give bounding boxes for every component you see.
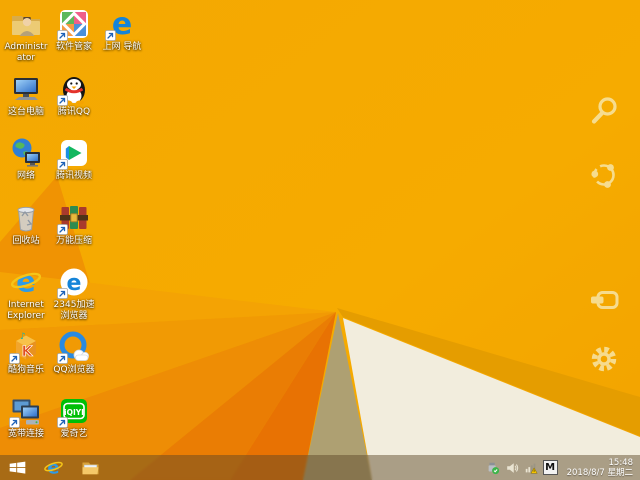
b2345-icon bbox=[57, 265, 91, 299]
desktop-icon-ie[interactable]: Internet Explorer bbox=[2, 265, 50, 321]
tvideo-label: 腾讯视频 bbox=[55, 171, 92, 181]
desktop-icon-qq[interactable]: 腾讯QQ bbox=[50, 72, 98, 118]
b2345-label: 2345加速浏览器 bbox=[53, 300, 95, 321]
charm-settings[interactable] bbox=[588, 343, 620, 375]
clock-time: 15:48 bbox=[608, 457, 634, 468]
shortcut-arrow-icon bbox=[57, 224, 68, 235]
rar-icon bbox=[57, 201, 91, 235]
desktop: Administrator 软件管家 上网 导航这台电脑 腾讯QQ 网络 腾讯视频回收站 万… bbox=[0, 0, 640, 480]
charm-share[interactable] bbox=[588, 159, 620, 191]
desktop-icon-network[interactable]: 网络 bbox=[2, 136, 50, 182]
clock-date: 2018/8/7 星期二 bbox=[566, 467, 633, 478]
internet-explorer-icon bbox=[43, 457, 64, 478]
webnav-label: 上网 导航 bbox=[102, 42, 142, 52]
devices-icon bbox=[588, 284, 620, 316]
softmgr-label: 软件管家 bbox=[55, 42, 92, 52]
desktop-icon-grid: Administrator 软件管家 上网 导航这台电脑 腾讯QQ 网络 腾讯视频回收站 万… bbox=[0, 0, 200, 455]
shortcut-arrow-icon bbox=[57, 30, 68, 41]
file-explorer-icon bbox=[80, 457, 101, 478]
desktop-icon-webnav[interactable]: 上网 导航 bbox=[98, 7, 146, 53]
taskbar: M 15:48 2018/8/7 星期二 bbox=[0, 455, 640, 480]
thispc-label: 这台电脑 bbox=[7, 107, 44, 117]
desktop-icon-kugou[interactable]: 酷狗音乐 bbox=[2, 330, 50, 376]
charm-devices[interactable] bbox=[588, 284, 620, 316]
ie-label: Internet Explorer bbox=[7, 300, 45, 321]
share-icon bbox=[588, 159, 620, 191]
network-warning-icon[interactable] bbox=[524, 461, 538, 475]
charm-start[interactable] bbox=[588, 224, 620, 256]
shortcut-arrow-icon bbox=[9, 353, 20, 364]
usb-safely-remove-icon[interactable] bbox=[486, 461, 500, 475]
softmgr-icon bbox=[57, 7, 91, 41]
recycle-label: 回收站 bbox=[12, 236, 40, 246]
shortcut-arrow-icon bbox=[57, 417, 68, 428]
taskbar-file-explorer-button[interactable] bbox=[72, 455, 109, 480]
desktop-icon-softmgr[interactable]: 软件管家 bbox=[50, 7, 98, 53]
charms-bar bbox=[580, 0, 640, 480]
desktop-icon-admin[interactable]: Administrator bbox=[2, 7, 50, 63]
desktop-icon-iqiyi[interactable]: 爱奇艺 bbox=[50, 394, 98, 440]
shortcut-arrow-icon bbox=[57, 288, 68, 299]
rar-label: 万能压缩 bbox=[55, 236, 92, 246]
desktop-icon-tvideo[interactable]: 腾讯视频 bbox=[50, 136, 98, 182]
tvideo-icon bbox=[57, 136, 91, 170]
desktop-icon-recycle[interactable]: 回收站 bbox=[2, 201, 50, 247]
kugou-label: 酷狗音乐 bbox=[7, 365, 44, 375]
iqiyi-label: 爱奇艺 bbox=[60, 429, 88, 439]
search-icon bbox=[588, 95, 620, 127]
desktop-icon-broadband[interactable]: 宽带连接 bbox=[2, 394, 50, 440]
desktop-icon-rar[interactable]: 万能压缩 bbox=[50, 201, 98, 247]
shortcut-arrow-icon bbox=[57, 95, 68, 106]
qq-icon bbox=[57, 72, 91, 106]
network-icon bbox=[9, 136, 43, 170]
system-tray: M 15:48 2018/8/7 星期二 bbox=[486, 458, 640, 478]
taskbar-internet-explorer-button[interactable] bbox=[35, 455, 72, 480]
qqbrowser-icon bbox=[57, 330, 91, 364]
start-button[interactable] bbox=[0, 455, 35, 480]
shortcut-arrow-icon bbox=[57, 159, 68, 170]
webnav-icon bbox=[105, 7, 139, 41]
desktop-icon-thispc[interactable]: 这台电脑 bbox=[2, 72, 50, 118]
settings-icon bbox=[588, 343, 620, 375]
desktop-icon-qqbrowser[interactable]: QQ浏览器 bbox=[50, 330, 98, 376]
thispc-icon bbox=[9, 72, 43, 106]
broadband-label: 宽带连接 bbox=[7, 429, 44, 439]
iqiyi-icon bbox=[57, 394, 91, 428]
qqbrowser-label: QQ浏览器 bbox=[53, 365, 95, 375]
start-icon bbox=[588, 224, 620, 256]
admin-icon bbox=[9, 7, 43, 41]
desktop-icon-b2345[interactable]: 2345加速浏览器 bbox=[50, 265, 98, 321]
qq-label: 腾讯QQ bbox=[57, 107, 91, 117]
input-method-indicator[interactable]: M bbox=[542, 460, 558, 475]
ie-icon bbox=[9, 265, 43, 299]
windows-logo-icon bbox=[8, 458, 27, 477]
broadband-icon bbox=[9, 394, 43, 428]
charm-search[interactable] bbox=[588, 95, 620, 127]
volume-icon[interactable] bbox=[505, 461, 519, 475]
shortcut-arrow-icon bbox=[57, 353, 68, 364]
shortcut-arrow-icon bbox=[9, 417, 20, 428]
taskbar-clock[interactable]: 15:48 2018/8/7 星期二 bbox=[563, 458, 633, 478]
shortcut-arrow-icon bbox=[105, 30, 116, 41]
recycle-icon bbox=[9, 201, 43, 235]
kugou-icon bbox=[9, 330, 43, 364]
admin-label: Administrator bbox=[4, 42, 48, 63]
network-label: 网络 bbox=[16, 171, 35, 181]
